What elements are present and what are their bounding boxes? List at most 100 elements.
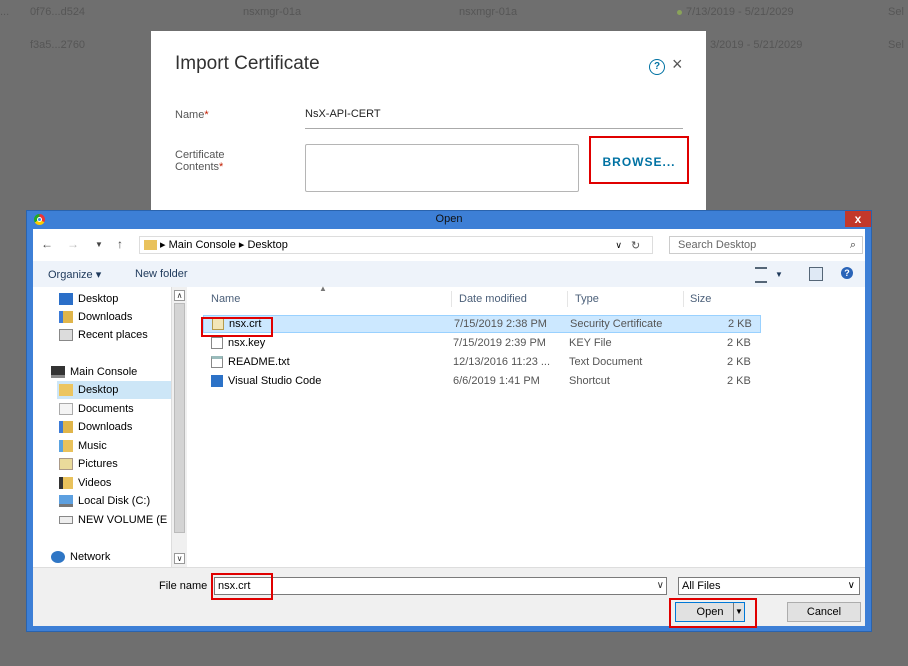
tree-item-network[interactable]: Network	[51, 548, 110, 566]
breadcrumb-separator-icon: ▸	[160, 239, 169, 251]
forward-icon[interactable]: →	[67, 237, 79, 251]
command-bar: Organize ▾ New folder ▼ ?	[33, 261, 865, 287]
address-dropdown-icon[interactable]: ∨	[615, 237, 622, 253]
cert-validity: 7/13/2019 - 5/21/2029	[677, 6, 794, 18]
address-bar[interactable]: ▸ Main Console ▸ Desktop ∨	[139, 236, 653, 254]
column-divider[interactable]	[567, 291, 568, 307]
back-icon[interactable]: ←	[41, 237, 53, 251]
name-input[interactable]: NsX-API-CERT	[305, 108, 683, 129]
dialog-title: Import Certificate	[175, 53, 320, 74]
chevron-down-icon[interactable]: ∨	[657, 578, 664, 594]
column-header-type[interactable]: Type	[575, 293, 599, 305]
file-date: 7/15/2019 2:38 PM	[454, 318, 547, 330]
file-type: KEY File	[569, 337, 612, 349]
up-arrow-icon[interactable]: ↑	[117, 237, 123, 251]
certificate-contents-label: Certificate Contents*	[175, 149, 225, 173]
organize-button[interactable]: Organize ▾	[48, 268, 101, 281]
file-name-label: File name	[159, 580, 208, 592]
desktop-folder-icon	[59, 384, 73, 397]
column-divider[interactable]	[451, 291, 452, 307]
chevron-down-icon[interactable]: ∨	[848, 578, 855, 594]
navigation-tree: Desktop Downloads Recent places Main Con…	[33, 287, 187, 567]
help-icon[interactable]: ?	[841, 267, 853, 279]
help-icon[interactable]: ?	[649, 59, 665, 75]
scroll-up-icon[interactable]: ∧	[174, 290, 185, 301]
highlight-box	[669, 598, 757, 628]
file-name: Visual Studio Code	[228, 375, 322, 387]
status-dot-icon	[677, 9, 682, 15]
visual-studio-code-icon	[211, 375, 223, 388]
background-table-row: ... 0f76...d524 nsxmgr-01a nsxmgr-01a 7/…	[0, 2, 908, 24]
recent-places-icon	[59, 329, 73, 342]
cert-id: f3a5...2760	[30, 39, 86, 51]
downloads-icon	[59, 311, 73, 324]
videos-icon	[59, 477, 73, 490]
search-icon: ⌕	[849, 239, 856, 251]
tree-item-recent-places[interactable]: Recent places	[59, 326, 148, 344]
view-options-icon[interactable]	[755, 267, 767, 283]
file-size: 2 KB	[727, 375, 751, 387]
file-name-input[interactable]: nsx.crt ∨	[214, 577, 667, 595]
tree-item-main-console[interactable]: Main Console	[51, 363, 137, 381]
tree-item-downloads[interactable]: Downloads	[59, 308, 132, 326]
tree-item-new-volume[interactable]: NEW VOLUME (E	[59, 511, 167, 529]
cert-validity: 3/2019 - 5/21/2029	[710, 39, 803, 51]
close-button[interactable]: x	[845, 211, 871, 227]
downloads-icon	[59, 421, 73, 434]
file-type: Text Document	[569, 356, 643, 368]
scroll-down-icon[interactable]: ∨	[174, 553, 185, 564]
file-size: 2 KB	[727, 356, 751, 368]
breadcrumb-desktop[interactable]: Desktop	[247, 239, 287, 251]
search-input[interactable]: Search Desktop ⌕	[669, 236, 863, 254]
tree-item-pictures[interactable]: Pictures	[59, 455, 118, 473]
refresh-icon[interactable]: ↻	[631, 239, 640, 252]
file-row-nsx-key[interactable]: nsx.key 7/15/2019 2:39 PM KEY File 2 KB	[203, 334, 761, 352]
pictures-icon	[59, 458, 73, 471]
navigation-bar: ← → ▼ ↑ ▸ Main Console ▸ Desktop ∨ ↻ Sea…	[33, 229, 865, 261]
column-header-name[interactable]: Name	[211, 293, 240, 305]
tree-scrollbar[interactable]: ∧ ∨	[171, 287, 187, 567]
file-row-vscode[interactable]: Visual Studio Code 6/6/2019 1:41 PM Shor…	[203, 372, 761, 390]
bottom-bar: File name nsx.crt ∨ All Files ∨ Open ▼ Canc…	[33, 567, 865, 628]
local-disk-icon	[59, 495, 73, 508]
column-header-date[interactable]: Date modified	[459, 293, 527, 305]
cancel-button[interactable]: Cancel	[787, 602, 861, 622]
breadcrumb-separator-icon: ▸	[235, 239, 248, 251]
file-type-select[interactable]: All Files ∨	[678, 577, 860, 595]
cert-action: Sel	[888, 39, 904, 51]
highlight-box	[201, 317, 273, 337]
view-dropdown-icon[interactable]: ▼	[775, 270, 783, 279]
chevron-down-icon[interactable]: ▼	[95, 240, 103, 249]
tree-item-local-disk[interactable]: Local Disk (C:)	[59, 492, 150, 510]
column-divider[interactable]	[683, 291, 684, 307]
certificate-contents-input[interactable]	[305, 144, 579, 192]
file-row-readme[interactable]: README.txt 12/13/2016 11:23 ... Text Doc…	[203, 353, 761, 371]
new-folder-button[interactable]: New folder	[135, 268, 188, 280]
scrollbar-thumb[interactable]	[174, 303, 185, 533]
tree-item-music[interactable]: Music	[59, 437, 107, 455]
file-date: 12/13/2016 11:23 ...	[453, 356, 551, 368]
tree-item-documents[interactable]: Documents	[59, 400, 134, 418]
dialog-body: ← → ▼ ↑ ▸ Main Console ▸ Desktop ∨ ↻ Sea…	[33, 229, 865, 628]
music-icon	[59, 440, 73, 453]
name-label: Name*	[175, 109, 209, 121]
network-icon	[51, 551, 65, 564]
file-size: 2 KB	[727, 337, 751, 349]
browse-button[interactable]: BROWSE...	[589, 136, 689, 184]
desktop-icon	[59, 293, 73, 306]
tree-item-videos[interactable]: Videos	[59, 474, 111, 492]
documents-icon	[59, 403, 73, 416]
tree-item-desktop[interactable]: Desktop	[59, 290, 118, 308]
file-row-nsx-crt[interactable]: nsx.crt 7/15/2019 2:38 PM Security Certi…	[203, 315, 761, 333]
column-header-size[interactable]: Size	[690, 293, 711, 305]
tree-item-desktop-selected[interactable]: Desktop	[57, 381, 185, 399]
breadcrumb-main-console[interactable]: Main Console	[169, 239, 236, 251]
file-date: 6/6/2019 1:41 PM	[453, 375, 540, 387]
cert-issued-by: nsxmgr-01a	[459, 6, 518, 18]
preview-pane-icon[interactable]	[809, 267, 823, 281]
dialog-title: Open	[435, 213, 463, 225]
file-type: Security Certificate	[570, 318, 663, 330]
file-date: 7/15/2019 2:39 PM	[453, 337, 546, 349]
close-icon[interactable]: ×	[672, 54, 683, 75]
tree-item-downloads[interactable]: Downloads	[59, 418, 132, 436]
